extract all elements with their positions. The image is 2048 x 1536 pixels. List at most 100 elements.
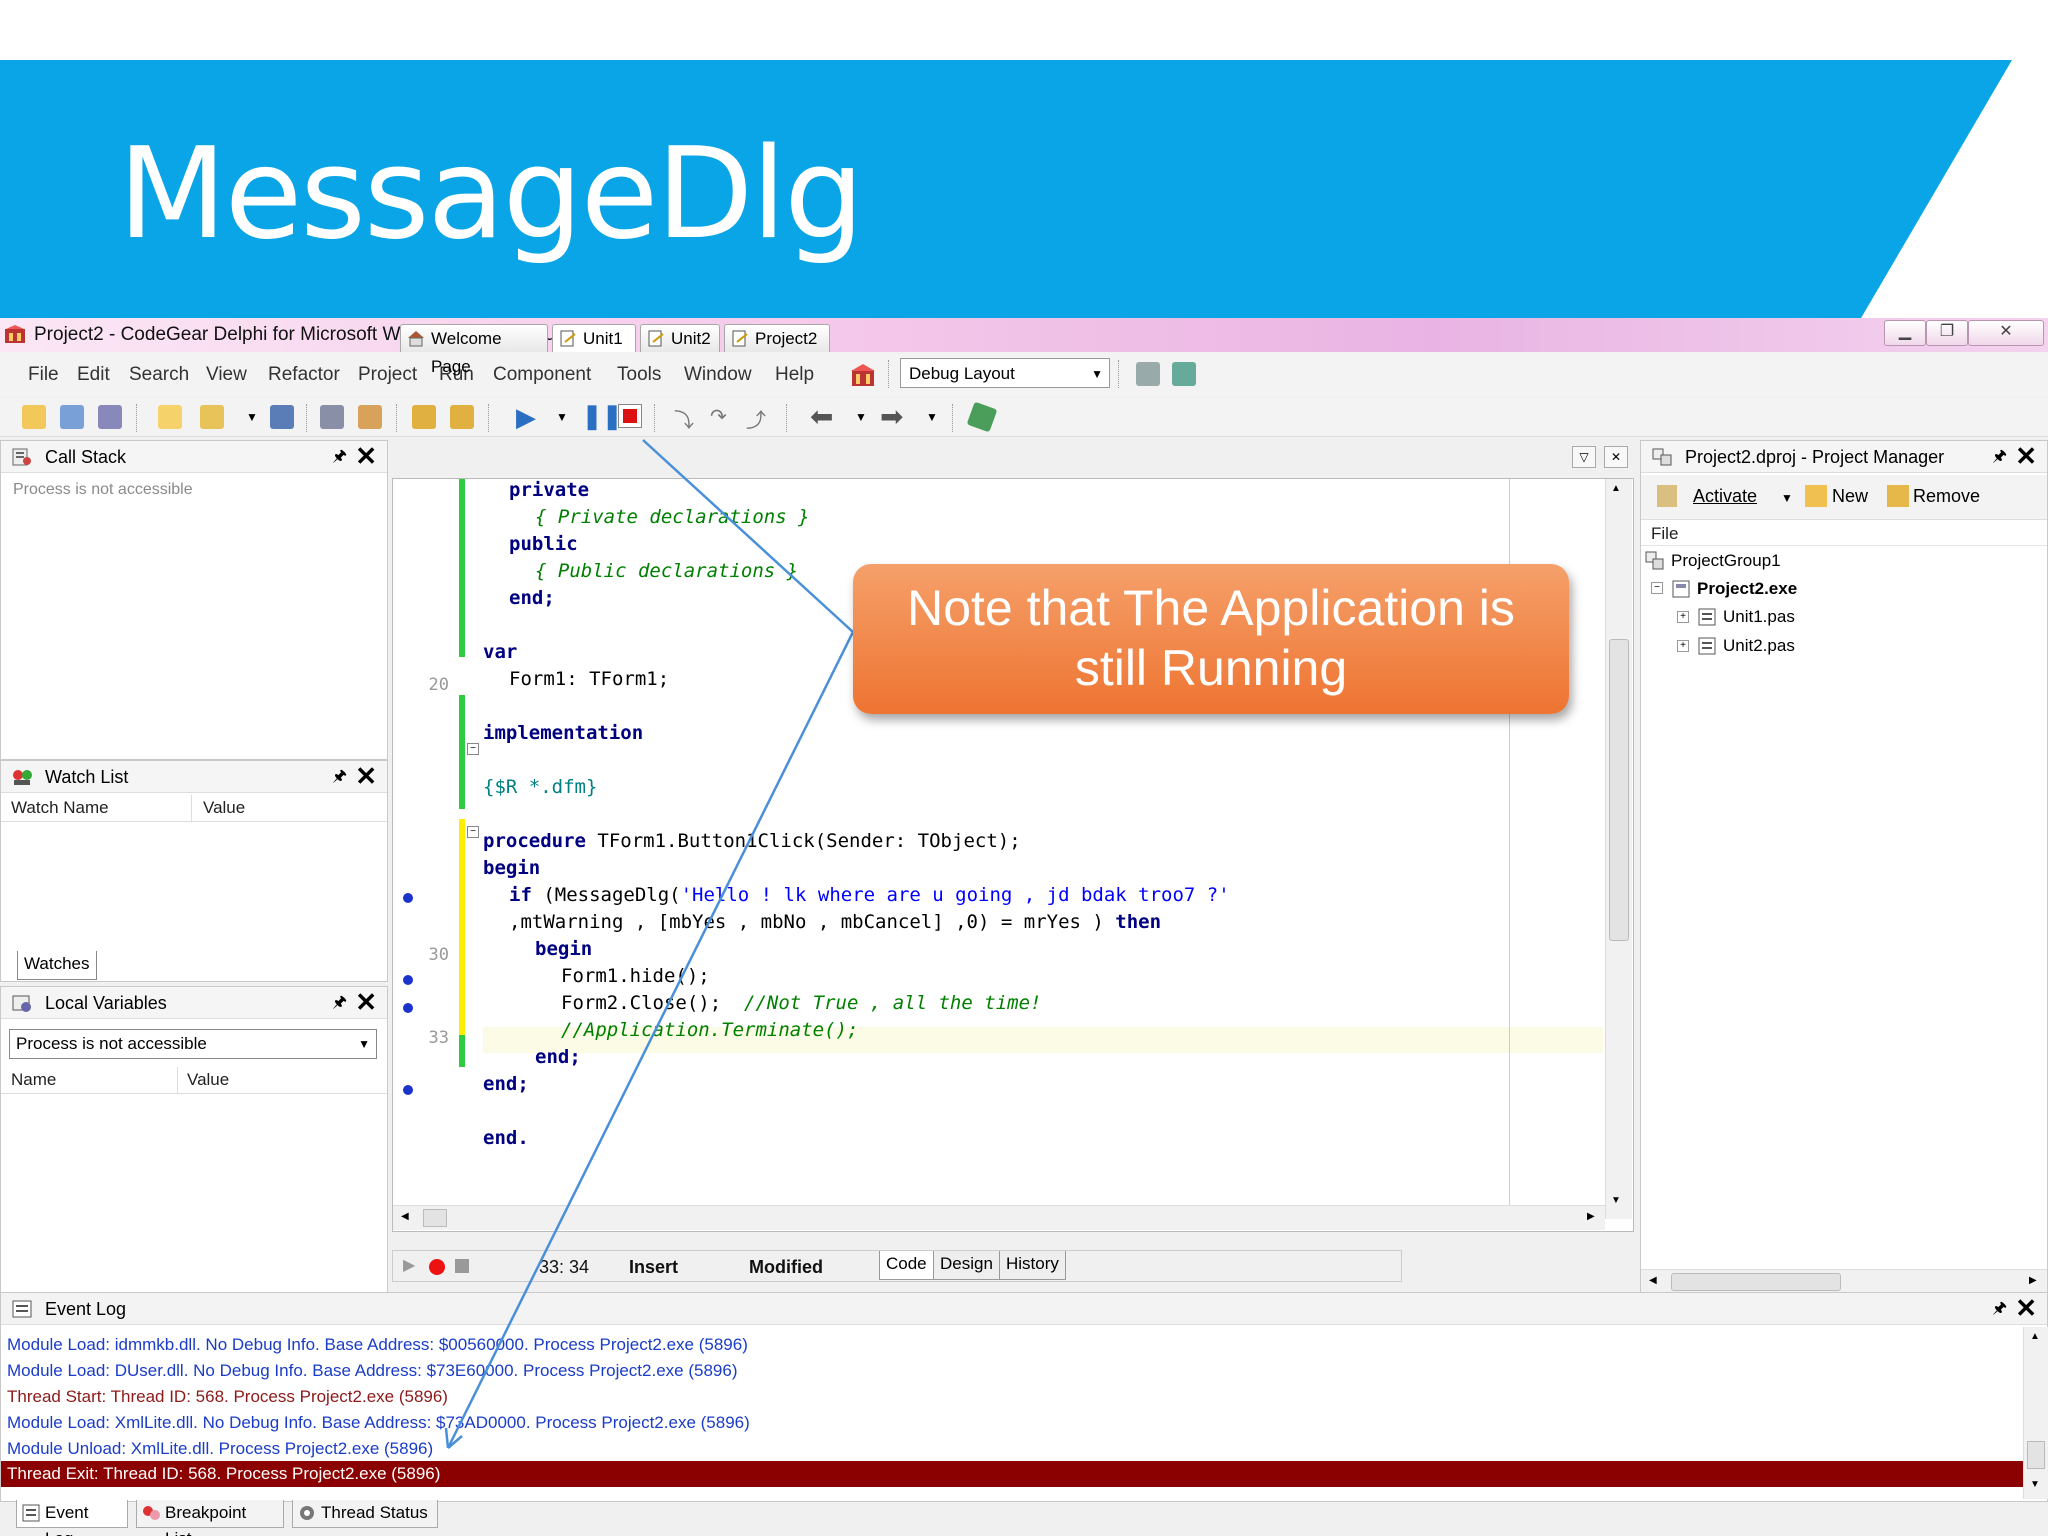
collapse-icon[interactable]: − (1651, 582, 1663, 594)
menu-project[interactable]: Project (358, 364, 417, 386)
pause-icon[interactable]: ❚❚ (582, 402, 622, 431)
event-log-scrollbar[interactable]: ▲ ▼ (2023, 1327, 2048, 1499)
close-tab-icon[interactable]: ✕ (1604, 446, 1628, 468)
close-icon[interactable]: ✕ (355, 760, 377, 792)
tab-welcome-page[interactable]: Welcome Page (400, 324, 548, 376)
add-to-project-icon[interactable] (412, 405, 436, 429)
help-book-icon[interactable] (966, 401, 998, 433)
activate-button[interactable]: Activate (1693, 486, 1757, 507)
play-recorded-macro-icon[interactable]: ▶ (403, 1255, 415, 1275)
minimize-button[interactable]: ▁ (1884, 320, 1926, 346)
tab-history[interactable]: History (999, 1251, 1066, 1280)
close-window-button[interactable]: ✕ (1968, 320, 2044, 346)
scroll-thumb[interactable] (423, 1209, 447, 1227)
menu-help[interactable]: Help (775, 364, 814, 386)
chevron-down-icon[interactable]: ▼ (855, 410, 867, 424)
selected-log-row[interactable]: Thread Exit: Thread ID: 568. Process Pro… (1, 1461, 2023, 1487)
pin-icon[interactable]: 🖈 (332, 761, 347, 793)
tab-list-icon[interactable]: ▽ (1572, 446, 1596, 468)
vertical-scrollbar[interactable]: ▲ ▼ (1605, 479, 1632, 1219)
save-desktop-icon[interactable] (1136, 362, 1160, 386)
back-arrow-icon[interactable]: ⬅ (810, 400, 833, 433)
run-until-return-icon[interactable]: ⤴ (746, 404, 766, 433)
set-debug-desktop-icon[interactable] (1172, 362, 1196, 386)
trace-into-icon[interactable]: ⤵ (674, 404, 694, 433)
menu-refactor[interactable]: Refactor (268, 364, 340, 386)
menu-component[interactable]: Component (493, 364, 591, 386)
watches-tab[interactable]: Watches (17, 951, 97, 980)
menu-window[interactable]: Window (684, 364, 752, 386)
tab-unit2[interactable]: Unit2 (640, 324, 720, 352)
scroll-right-icon[interactable]: ▶ (2029, 1275, 2037, 1286)
watch-value-column[interactable]: Value (203, 798, 245, 818)
pin-icon[interactable]: 🖈 (332, 987, 347, 1019)
view-form-icon[interactable] (358, 405, 382, 429)
close-icon[interactable]: ✕ (2015, 440, 2037, 472)
close-icon[interactable]: ✕ (355, 986, 377, 1018)
scroll-left-icon[interactable]: ◀ (401, 1211, 409, 1222)
log-entry[interactable]: Thread Start: Thread ID: 568. Process Pr… (7, 1387, 448, 1407)
menu-search[interactable]: Search (129, 364, 189, 386)
run-icon[interactable]: ▶ (516, 402, 536, 433)
stop-icon[interactable] (618, 404, 642, 428)
tab-design[interactable]: Design (933, 1251, 1000, 1280)
tab-unit1[interactable]: Unit1 (552, 324, 636, 352)
view-unit-icon[interactable] (320, 405, 344, 429)
horizontal-scrollbar[interactable]: ◀ ▶ (393, 1205, 1605, 1230)
scroll-up-icon[interactable]: ▲ (2030, 1331, 2040, 1342)
name-column[interactable]: Name (11, 1070, 56, 1090)
fold-toggle-icon[interactable]: − (467, 743, 479, 755)
breakpoint-dot[interactable] (403, 1085, 413, 1095)
file-column[interactable]: File (1651, 524, 1678, 544)
stop-recording-icon[interactable] (455, 1259, 469, 1273)
scroll-thumb[interactable] (2027, 1441, 2045, 1469)
new-button[interactable]: New (1832, 486, 1868, 507)
log-entry[interactable]: Module Load: idmmkb.dll. No Debug Info. … (7, 1335, 748, 1355)
save-icon[interactable] (60, 405, 84, 429)
breakpoint-dot[interactable] (403, 975, 413, 985)
maximize-button[interactable]: ❐ (1926, 320, 1968, 346)
log-entry[interactable]: Module Unload: XmlLite.dll. Process Proj… (7, 1439, 433, 1459)
tab-event-log[interactable]: Event Log (16, 1500, 128, 1536)
watch-name-column[interactable]: Watch Name (11, 798, 109, 818)
scroll-thumb[interactable] (1671, 1273, 1841, 1291)
tab-thread-status[interactable]: Thread Status (292, 1500, 438, 1528)
save-all-icon[interactable] (98, 405, 122, 429)
open-project-icon[interactable] (200, 405, 224, 429)
expand-icon[interactable]: + (1677, 640, 1689, 652)
expand-icon[interactable]: + (1677, 611, 1689, 623)
breakpoint-dot[interactable] (403, 1003, 413, 1013)
tab-breakpoint-list[interactable]: Breakpoint List (136, 1500, 284, 1536)
menu-tools[interactable]: Tools (617, 364, 661, 386)
forward-arrow-icon[interactable]: ➡ (880, 400, 903, 433)
pin-icon[interactable]: 🖈 (1992, 1293, 2007, 1325)
fold-toggle-icon[interactable]: − (467, 826, 479, 838)
close-icon[interactable]: ✕ (355, 440, 377, 472)
new-items-icon[interactable] (22, 405, 46, 429)
breakpoint-dot[interactable] (403, 893, 413, 903)
chevron-down-icon[interactable]: ▼ (1781, 491, 1793, 505)
menu-edit[interactable]: Edit (77, 364, 110, 386)
menu-view[interactable]: View (206, 364, 247, 386)
pm-horizontal-scrollbar[interactable]: ◀ ▶ (1641, 1269, 2047, 1294)
tab-project2[interactable]: Project2 (724, 324, 830, 352)
local-variables-select[interactable]: Process is not accessible ▼ (9, 1029, 377, 1059)
tab-code[interactable]: Code (879, 1251, 934, 1280)
scroll-down-icon[interactable]: ▼ (1611, 1195, 1621, 1206)
scroll-right-icon[interactable]: ▶ (1587, 1211, 1595, 1222)
open-icon[interactable] (158, 405, 182, 429)
close-icon[interactable]: ✕ (2015, 1292, 2037, 1324)
remove-from-project-icon[interactable] (450, 405, 474, 429)
value-column[interactable]: Value (187, 1070, 229, 1090)
scroll-thumb[interactable] (1609, 639, 1629, 941)
layout-select[interactable]: Debug Layout ▼ (900, 358, 1110, 388)
step-over-icon[interactable]: ↷ (710, 404, 727, 429)
scroll-down-icon[interactable]: ▼ (2030, 1479, 2040, 1490)
chevron-down-icon[interactable]: ▼ (556, 410, 568, 424)
record-macro-icon[interactable] (429, 1259, 445, 1275)
menu-file[interactable]: File (28, 364, 59, 386)
pin-icon[interactable]: 🖈 (1992, 441, 2007, 473)
scroll-left-icon[interactable]: ◀ (1649, 1275, 1657, 1286)
log-entry[interactable]: Module Load: XmlLite.dll. No Debug Info.… (7, 1413, 750, 1433)
chevron-down-icon[interactable]: ▼ (926, 410, 938, 424)
